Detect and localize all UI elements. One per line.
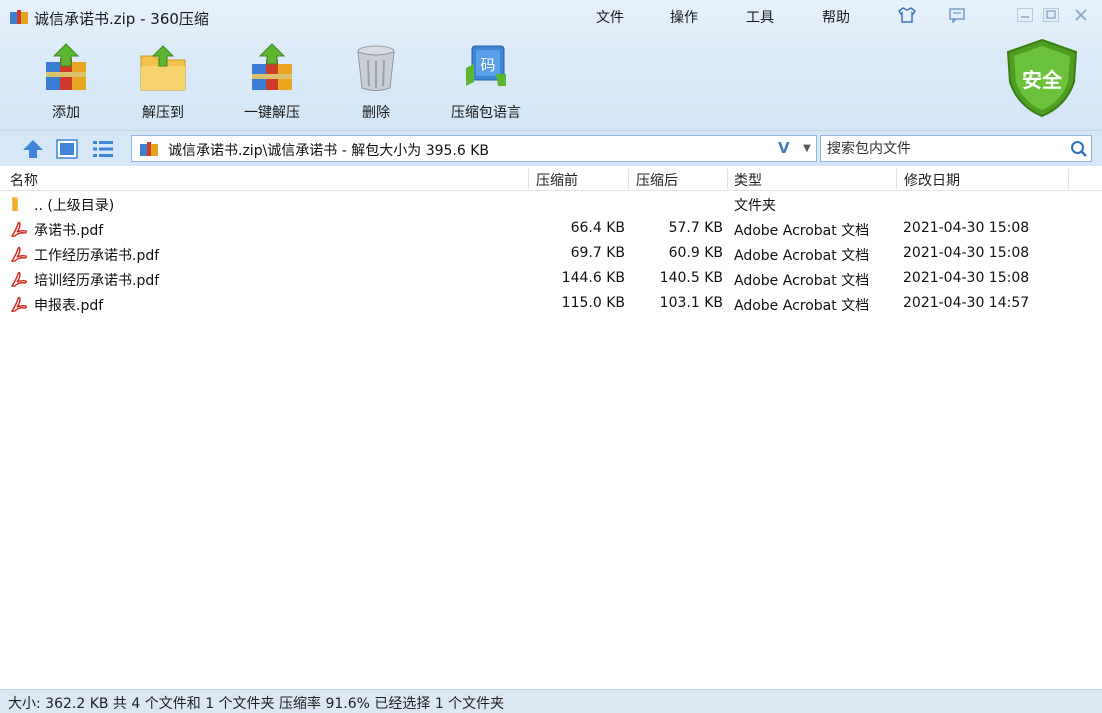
address-bar-row: 诚信承诺书.zip\诚信承诺书 - 解包大小为 395.6 KB V ▼: [0, 130, 1102, 166]
up-arrow-icon[interactable]: [22, 139, 44, 159]
column-name[interactable]: 名称: [10, 170, 38, 190]
file-list-header: 名称 压缩前 压缩后 类型 修改日期: [0, 167, 1102, 191]
column-type[interactable]: 类型: [734, 170, 762, 190]
file-date: 2021-04-30 14:57: [903, 295, 1030, 311]
folder-icon: [12, 197, 18, 211]
add-archive-icon: [46, 43, 86, 90]
close-icon[interactable]: [1070, 4, 1092, 26]
menu-help[interactable]: 帮助: [822, 7, 850, 27]
extract-folder-icon: [140, 45, 186, 91]
app-logo-icon: [10, 10, 28, 24]
archive-language-label: 压缩包语言: [451, 105, 521, 121]
column-size-before[interactable]: 压缩前: [536, 170, 578, 190]
file-name: 承诺书.pdf: [34, 223, 104, 239]
skin-icon[interactable]: [896, 4, 918, 26]
column-divider[interactable]: [727, 169, 728, 189]
menu-operate[interactable]: 操作: [670, 7, 698, 27]
pdf-icon: [10, 296, 27, 313]
extract-to-button[interactable]: 解压到: [123, 42, 203, 121]
address-path: 诚信承诺书.zip\诚信承诺书 - 解包大小为 395.6 KB: [168, 143, 490, 159]
file-size-before: 69.7 KB: [570, 245, 625, 261]
verify-v-icon[interactable]: V: [778, 139, 790, 157]
language-code-icon: 码: [466, 45, 506, 86]
file-date: 2021-04-30 15:08: [903, 245, 1030, 261]
delete-button[interactable]: 删除: [336, 42, 416, 121]
file-size-after: 140.5 KB: [659, 270, 723, 286]
extract-to-label: 解压到: [142, 105, 184, 121]
file-name: 工作经历承诺书.pdf: [34, 248, 160, 264]
list-item[interactable]: 培训经历承诺书.pdf 144.6 KB 140.5 KB Adobe Acro…: [0, 267, 1102, 292]
file-name: .. (上级目录): [34, 198, 115, 214]
search-icon[interactable]: [1069, 139, 1089, 159]
svg-text:码: 码: [480, 56, 495, 74]
search-input[interactable]: [827, 140, 1067, 158]
file-size-after: 103.1 KB: [659, 295, 723, 311]
file-date: 2021-04-30 15:08: [903, 220, 1030, 236]
security-shield-badge[interactable]: 安全: [1000, 36, 1084, 120]
column-divider[interactable]: [628, 169, 629, 189]
file-type: 文件夹: [734, 198, 776, 214]
window-title: 诚信承诺书.zip - 360压缩: [34, 10, 209, 28]
status-text: 大小: 362.2 KB 共 4 个文件和 1 个文件夹 压缩率 91.6% 已…: [8, 696, 505, 712]
list-item[interactable]: 工作经历承诺书.pdf 69.7 KB 60.9 KB Adobe Acroba…: [0, 242, 1102, 267]
top-frame: 诚信承诺书.zip - 360压缩 文件 操作 工具 帮助 添加 解压到 一键解…: [0, 0, 1102, 130]
file-size-after: 60.9 KB: [668, 245, 723, 261]
address-field[interactable]: 诚信承诺书.zip\诚信承诺书 - 解包大小为 395.6 KB V ▼: [131, 135, 817, 162]
file-size-before: 66.4 KB: [570, 220, 625, 236]
feedback-icon[interactable]: [946, 4, 968, 26]
file-date: 2021-04-30 15:08: [903, 270, 1030, 286]
file-type: Adobe Acrobat 文档: [734, 223, 870, 239]
menu-tools[interactable]: 工具: [746, 7, 774, 27]
maximize-icon[interactable]: [1040, 4, 1062, 26]
title-bar: 诚信承诺书.zip - 360压缩 文件 操作 工具 帮助: [0, 0, 1102, 32]
archive-language-button[interactable]: 码 压缩包语言: [446, 42, 526, 121]
list-view-icon[interactable]: [92, 139, 114, 159]
menu-file[interactable]: 文件: [596, 7, 624, 27]
one-click-extract-icon: [252, 43, 292, 90]
security-badge-label: 安全: [1022, 68, 1062, 92]
column-divider[interactable]: [528, 169, 529, 189]
pdf-icon: [10, 271, 27, 288]
file-size-before: 144.6 KB: [561, 270, 625, 286]
file-type: Adobe Acrobat 文档: [734, 298, 870, 314]
list-item[interactable]: 承诺书.pdf 66.4 KB 57.7 KB Adobe Acrobat 文档…: [0, 217, 1102, 242]
add-button[interactable]: 添加: [26, 42, 106, 121]
trash-bin-icon: [357, 45, 395, 91]
large-icon-view-icon[interactable]: [56, 139, 78, 159]
one-click-extract-label: 一键解压: [244, 105, 300, 121]
search-box[interactable]: [820, 135, 1092, 162]
delete-label: 删除: [362, 105, 390, 121]
column-size-after[interactable]: 压缩后: [636, 170, 678, 190]
list-item[interactable]: 申报表.pdf 115.0 KB 103.1 KB Adobe Acrobat …: [0, 292, 1102, 317]
file-type: Adobe Acrobat 文档: [734, 248, 870, 264]
column-modified[interactable]: 修改日期: [904, 170, 960, 190]
list-item-parent-folder[interactable]: .. (上级目录) 文件夹: [0, 192, 1102, 217]
add-label: 添加: [52, 105, 80, 121]
file-name: 申报表.pdf: [34, 298, 104, 314]
one-click-extract-button[interactable]: 一键解压: [232, 42, 312, 121]
file-size-after: 57.7 KB: [668, 220, 723, 236]
file-type: Adobe Acrobat 文档: [734, 273, 870, 289]
status-bar: 大小: 362.2 KB 共 4 个文件和 1 个文件夹 压缩率 91.6% 已…: [0, 689, 1102, 713]
column-divider[interactable]: [1068, 169, 1069, 189]
column-divider[interactable]: [896, 169, 897, 189]
address-dropdown-icon[interactable]: ▼: [798, 139, 816, 158]
archive-icon: [140, 142, 158, 156]
file-name: 培训经历承诺书.pdf: [34, 273, 160, 289]
pdf-icon: [10, 246, 27, 263]
file-size-before: 115.0 KB: [561, 295, 625, 311]
pdf-icon: [10, 221, 27, 238]
minimize-icon[interactable]: [1014, 4, 1036, 26]
